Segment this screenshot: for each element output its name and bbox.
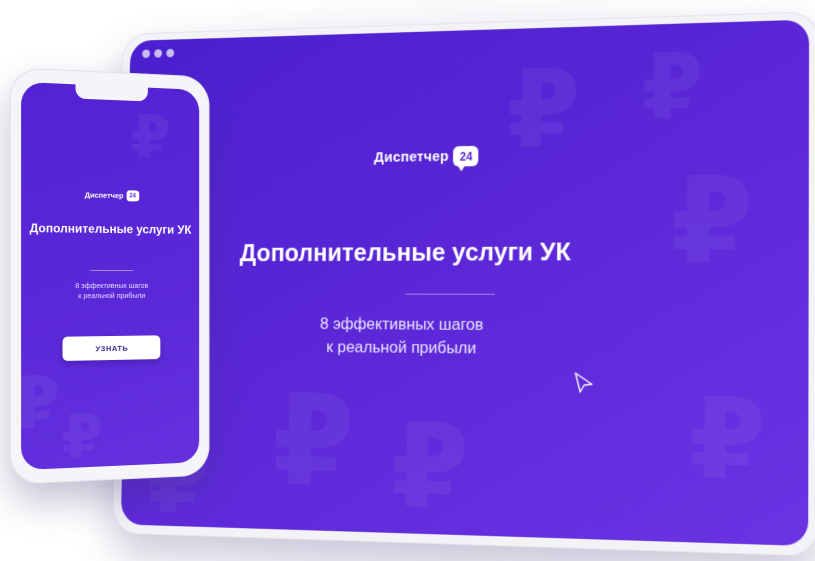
phone-brand-logo-badge: 24 (126, 190, 139, 202)
promo-scene: ₽ ₽ ₽ ₽ ₽ ₽ ₽ Диспетчер 24 Дополнительны… (0, 0, 815, 561)
ruble-watermark-icon: ₽ (389, 398, 470, 537)
phone-page-subtitle: 8 эффективных шагов к реальной прибыли (25, 281, 195, 302)
phone-subtitle-line-1: 8 эффективных шагов (75, 280, 149, 291)
ruble-watermark-icon: ₽ (688, 373, 767, 505)
phone-screen: ₽ ₽ ₽ Диспетчер 24 Дополнительные услуги… (21, 81, 200, 471)
desktop-screen: ₽ ₽ ₽ ₽ ₽ ₽ ₽ Диспетчер 24 Дополнительны… (120, 19, 810, 547)
cursor-arrow-icon (573, 371, 595, 395)
window-dot-icon (166, 48, 175, 58)
brand-logo-text: Диспетчер (374, 148, 449, 166)
brand-logo-badge: 24 (453, 145, 479, 167)
phone-title-divider (90, 269, 134, 272)
phone-brand-logo: Диспетчер 24 (21, 188, 199, 202)
phone-brand-logo-text: Диспетчер (84, 190, 124, 201)
learn-more-button[interactable]: УЗНАТЬ (62, 335, 161, 361)
phone-mockup: ₽ ₽ ₽ Диспетчер 24 Дополнительные услуги… (9, 67, 210, 485)
subtitle-line-2: к реальной прибыли (326, 337, 477, 358)
phone-notch (75, 84, 148, 102)
ruble-watermark-icon: ₽ (641, 34, 704, 141)
window-dots-icon (142, 48, 175, 59)
page-subtitle: 8 эффективных шагов к реальной прибыли (124, 312, 808, 364)
ruble-watermark-icon: ₽ (130, 101, 171, 173)
phone-page-title: Дополнительные услуги УК (29, 220, 192, 237)
phone-subtitle-line-2: к реальной прибыли (78, 290, 146, 301)
ruble-watermark-icon: ₽ (21, 361, 61, 446)
page-title: Дополнительные услуги УК (239, 236, 571, 267)
title-divider (404, 293, 495, 295)
window-dot-icon (142, 49, 151, 59)
ruble-watermark-icon: ₽ (61, 401, 103, 471)
desktop-mockup: ₽ ₽ ₽ ₽ ₽ ₽ ₽ Диспетчер 24 Дополнительны… (112, 11, 815, 557)
window-dot-icon (154, 49, 163, 58)
ruble-watermark-icon: ₽ (271, 366, 356, 516)
